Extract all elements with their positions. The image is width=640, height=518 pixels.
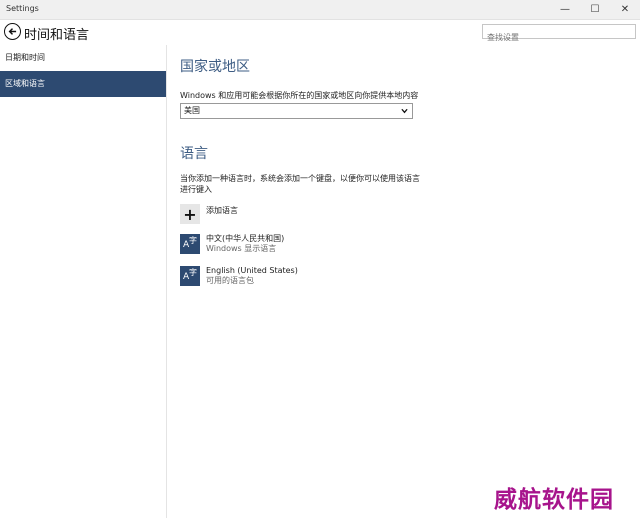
add-language-button[interactable]: + 添加语言 — [180, 204, 630, 228]
sidebar-item-region-language[interactable]: 区域和语言 — [0, 71, 166, 97]
language-item-english[interactable]: A 字 English (United States) 可用的语言包 — [180, 266, 630, 288]
watermark: 威航软件园 — [494, 487, 614, 513]
add-language-label: 添加语言 — [206, 206, 238, 215]
minimize-button[interactable]: — — [550, 0, 580, 19]
language-section-title: 语言 — [180, 146, 208, 162]
back-arrow-icon — [8, 28, 17, 35]
language-status: 可用的语言包 — [206, 276, 254, 285]
search-input[interactable] — [483, 31, 627, 44]
country-selected-value: 美国 — [184, 106, 200, 115]
region-description: Windows 和应用可能会根据你所在的国家或地区向你提供本地内容 — [180, 91, 419, 100]
search-box[interactable] — [482, 24, 636, 44]
language-name: English (United States) — [206, 266, 298, 275]
language-description: 当你添加一种语言时，系统会添加一个键盘，以便你可以使用该语言进行键入 — [180, 174, 420, 194]
language-icon: A 字 — [180, 266, 200, 286]
maximize-button[interactable]: ☐ — [580, 0, 610, 19]
region-section-title: 国家或地区 — [180, 59, 250, 75]
chevron-down-icon — [401, 108, 408, 114]
page-title: 时间和语言 — [24, 28, 90, 43]
plus-icon: + — [180, 204, 200, 224]
sidebar: 日期和时间 区域和语言 — [0, 45, 167, 518]
back-button[interactable] — [4, 23, 21, 40]
close-button[interactable]: ✕ — [610, 0, 640, 19]
header: 时间和语言 — [0, 20, 640, 45]
main-content: 国家或地区 Windows 和应用可能会根据你所在的国家或地区向你提供本地内容 … — [180, 56, 630, 288]
country-dropdown[interactable]: 美国 — [180, 103, 413, 119]
window-controls: — ☐ ✕ — [550, 0, 640, 19]
language-icon: A 字 — [180, 234, 200, 254]
sidebar-item-date-time[interactable]: 日期和时间 — [0, 45, 166, 71]
language-status: Windows 显示语言 — [206, 244, 277, 253]
language-item-chinese[interactable]: A 字 中文(中华人民共和国) Windows 显示语言 — [180, 234, 630, 256]
language-name: 中文(中华人民共和国) — [206, 234, 285, 243]
title-bar: Settings — ☐ ✕ — [0, 0, 640, 20]
window-title: Settings — [6, 4, 39, 13]
